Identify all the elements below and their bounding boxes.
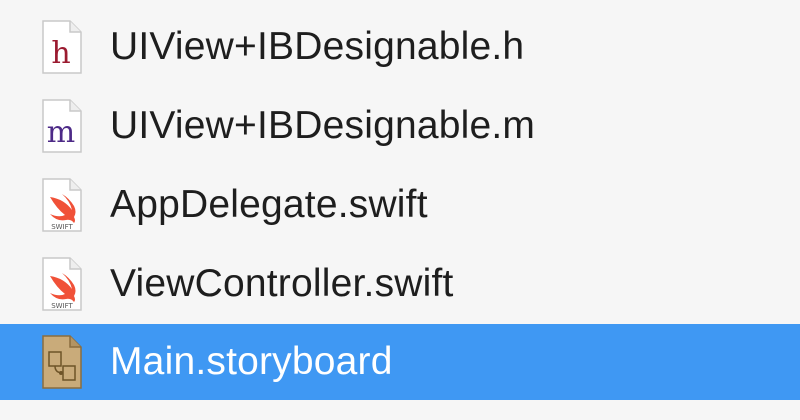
file-name-label: AppDelegate.swift — [110, 183, 428, 226]
project-navigator: h UIView+IBDesignable.h m UIView+IBDesig… — [0, 0, 800, 420]
svg-text:SWIFT: SWIFT — [51, 302, 73, 310]
file-row-uiview-ibdesignable-h[interactable]: h UIView+IBDesignable.h — [0, 8, 800, 86]
file-name-label: ViewController.swift — [110, 262, 454, 305]
svg-text:h: h — [51, 36, 70, 71]
file-row-viewcontroller-swift[interactable]: SWIFT ViewController.swift — [0, 245, 800, 323]
storyboard-file-icon — [40, 334, 84, 390]
file-name-label: UIView+IBDesignable.m — [110, 104, 536, 147]
file-name-label: Main.storyboard — [110, 340, 393, 383]
file-row-appdelegate-swift[interactable]: SWIFT AppDelegate.swift — [0, 166, 800, 244]
file-name-label: UIView+IBDesignable.h — [110, 25, 525, 68]
svg-text:SWIFT: SWIFT — [51, 223, 73, 231]
svg-text:m: m — [47, 115, 75, 150]
file-row-uiview-ibdesignable-m[interactable]: m UIView+IBDesignable.m — [0, 87, 800, 165]
swift-file-icon: SWIFT — [40, 177, 84, 233]
swift-file-icon: SWIFT — [40, 256, 84, 312]
objc-implementation-file-icon: m — [40, 98, 84, 154]
header-file-icon: h — [40, 19, 84, 75]
file-row-main-storyboard[interactable]: Main.storyboard — [0, 324, 800, 400]
